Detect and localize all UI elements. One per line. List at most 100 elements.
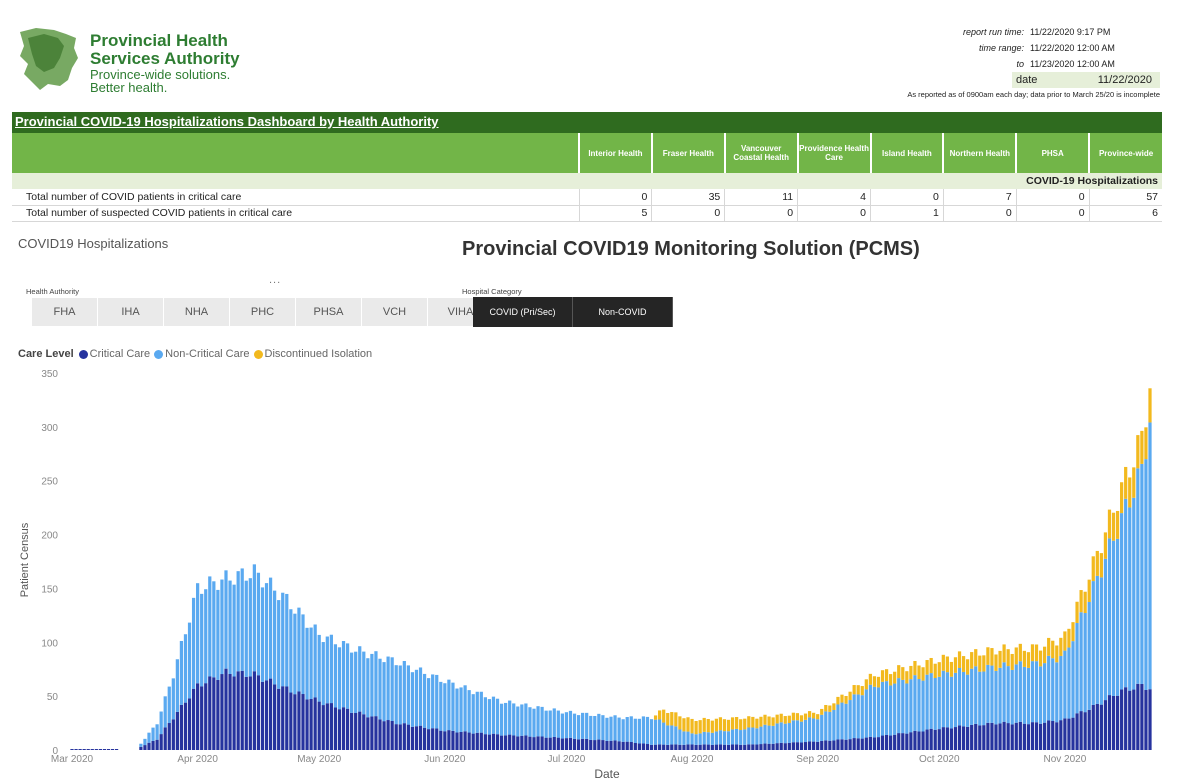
- non-critical-care-bar: [653, 719, 658, 745]
- x-tick-label: Aug 2020: [671, 754, 714, 765]
- non-critical-care-bar: [1079, 612, 1083, 712]
- critical-care-bar: [236, 671, 240, 750]
- more-options-icon[interactable]: ...: [269, 274, 281, 286]
- non-critical-care-bar: [609, 716, 613, 741]
- ha-option-phc[interactable]: PHC: [230, 298, 296, 326]
- non-critical-care-bar: [897, 678, 901, 734]
- ha-option-fha[interactable]: FHA: [32, 298, 98, 326]
- legend-item-critical[interactable]: Critical Care: [78, 348, 150, 360]
- non-critical-care-dot-icon: [154, 349, 164, 359]
- critical-care-bar: [1018, 721, 1022, 750]
- critical-care-bar: [929, 728, 933, 750]
- critical-care-bar: [828, 740, 832, 750]
- critical-care-bar: [447, 730, 451, 750]
- non-critical-care-bar: [868, 684, 872, 737]
- non-critical-care-bar: [783, 723, 787, 744]
- non-critical-care-bar: [427, 678, 431, 730]
- critical-care-bar: [325, 703, 329, 750]
- table-cell: 0: [651, 205, 725, 222]
- critical-care-bar: [868, 736, 872, 750]
- critical-care-bar: [143, 745, 147, 750]
- critical-care-bar: [925, 729, 929, 750]
- non-critical-care-bar: [1055, 662, 1059, 723]
- critical-care-bar: [775, 743, 779, 750]
- non-critical-care-bar: [953, 672, 958, 728]
- non-critical-care-bar: [228, 580, 232, 674]
- discontinued-isolation-bar: [755, 718, 759, 729]
- discontinued-isolation-bar: [816, 714, 820, 720]
- critical-care-bar: [913, 730, 917, 750]
- non-critical-care-bar: [795, 720, 800, 743]
- non-critical-care-bar: [540, 706, 544, 737]
- discontinued-isolation-bar: [678, 716, 682, 730]
- non-critical-care-bar: [1111, 540, 1116, 696]
- ha-option-iha[interactable]: IHA: [98, 298, 164, 326]
- non-critical-care-bar: [787, 723, 791, 743]
- hc-option-covid[interactable]: COVID (Pri/Sec): [473, 297, 573, 327]
- ha-option-nha[interactable]: NHA: [164, 298, 230, 326]
- non-critical-care-bar: [463, 685, 467, 732]
- discontinued-isolation-bar: [982, 655, 986, 672]
- non-critical-care-bar: [418, 667, 423, 726]
- non-critical-care-bar: [455, 688, 459, 733]
- critical-care-bar: [512, 735, 516, 750]
- critical-care-bar: [212, 677, 216, 750]
- date-filter[interactable]: date 11/22/2020: [1012, 72, 1160, 88]
- critical-care-bar: [159, 734, 163, 750]
- hc-option-non-covid[interactable]: Non-COVID: [573, 297, 673, 327]
- report-subtitle: COVID19 Hospitalizations: [18, 236, 169, 251]
- non-critical-care-bar: [1091, 581, 1095, 705]
- discontinued-isolation-bar: [698, 720, 702, 734]
- discontinued-isolation-bar: [779, 713, 783, 723]
- discontinued-isolation-bar: [848, 691, 852, 701]
- critical-care-bar: [358, 711, 362, 750]
- critical-care-bar: [504, 735, 508, 750]
- discontinued-isolation-bar: [674, 712, 678, 727]
- non-critical-care-bar: [751, 727, 755, 745]
- non-critical-care-bar: [694, 734, 698, 745]
- critical-care-bar: [427, 729, 431, 750]
- critical-care-bar: [795, 742, 800, 750]
- critical-care-bar: [1132, 689, 1136, 750]
- discontinued-isolation-bar: [990, 648, 994, 666]
- discontinued-isolation-bar: [722, 719, 727, 732]
- non-critical-care-bar: [649, 719, 654, 745]
- non-critical-care-bar: [532, 708, 536, 738]
- non-critical-care-bar: [658, 719, 662, 745]
- non-critical-care-bar: [1083, 613, 1087, 713]
- non-critical-care-bar: [1136, 468, 1140, 684]
- non-critical-care-bar: [293, 613, 297, 695]
- meta-label: time range:: [978, 43, 1024, 53]
- ha-option-phsa[interactable]: PHSA: [296, 298, 362, 326]
- non-critical-care-bar: [431, 674, 435, 729]
- critical-care-bar: [1047, 720, 1051, 750]
- non-critical-care-bar: [390, 657, 394, 722]
- critical-care-bar: [840, 739, 844, 750]
- critical-care-bar: [309, 699, 313, 750]
- discontinued-isolation-bar: [820, 708, 824, 715]
- discontinued-isolation-bar: [686, 717, 690, 732]
- non-critical-care-bar: [301, 614, 305, 695]
- discontinued-isolation-bar: [1071, 622, 1075, 642]
- non-critical-care-bar: [670, 725, 674, 745]
- critical-care-bar: [1120, 689, 1124, 750]
- ha-option-vch[interactable]: VCH: [362, 298, 428, 326]
- non-critical-care-bar: [739, 730, 743, 745]
- critical-care-bar: [1055, 722, 1059, 750]
- table-cell: 5: [578, 205, 652, 222]
- non-critical-care-bar: [909, 679, 913, 733]
- critical-care-bar: [994, 724, 998, 750]
- critical-care-bar: [759, 744, 763, 750]
- non-critical-care-bar: [730, 729, 735, 745]
- discontinued-isolation-bar: [1010, 653, 1014, 670]
- discontinued-isolation-bar: [759, 716, 763, 727]
- discontinued-isolation-bar: [953, 657, 958, 673]
- legend-item-non-critical[interactable]: Non-Critical Care: [154, 348, 250, 360]
- legend-item-discontinued[interactable]: Discontinued Isolation: [253, 348, 372, 360]
- discontinued-isolation-bar: [1018, 643, 1022, 662]
- non-critical-care-bar: [483, 697, 487, 735]
- non-critical-care-bar: [1075, 622, 1079, 714]
- discontinued-isolation-bar: [1144, 427, 1148, 460]
- non-critical-care-bar: [204, 589, 208, 684]
- non-critical-care-bar: [252, 564, 256, 672]
